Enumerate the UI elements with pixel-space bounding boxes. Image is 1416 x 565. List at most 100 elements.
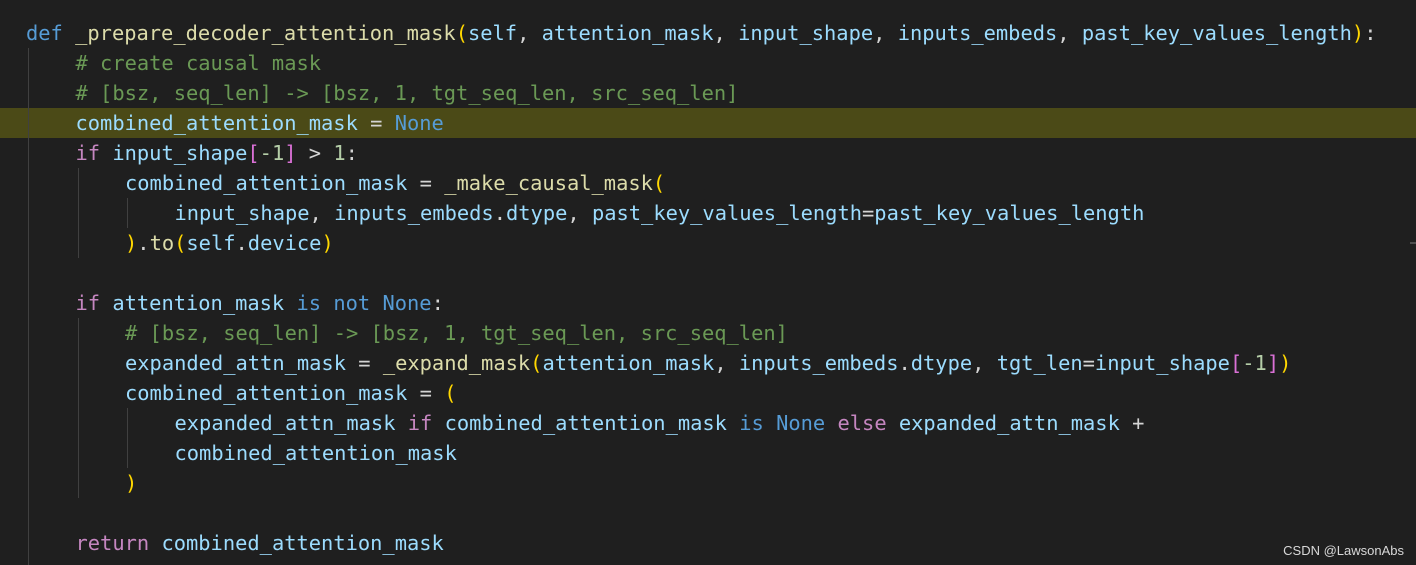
code-token: = xyxy=(345,351,383,375)
code-token: input_shape xyxy=(174,201,310,225)
code-token: combined_attention_mask xyxy=(125,381,408,405)
indent-guide xyxy=(127,408,128,468)
code-token: -1 xyxy=(1242,351,1267,375)
code-token: , xyxy=(1057,21,1082,45)
code-token: ( xyxy=(455,21,468,45)
code-line[interactable] xyxy=(0,258,1416,288)
code-token: input_shape xyxy=(738,21,874,45)
code-token: + xyxy=(1119,411,1145,435)
code-line[interactable]: expanded_attn_mask = _expand_mask(attent… xyxy=(0,348,1416,378)
code-token: ] xyxy=(284,141,297,165)
code-token: past_key_values_length xyxy=(1081,21,1352,45)
indent-guide xyxy=(28,48,29,565)
code-token: inputs_embeds xyxy=(738,351,899,375)
code-token: = xyxy=(357,111,395,135)
code-line-text: # [bsz, seq_len] -> [bsz, 1, tgt_seq_len… xyxy=(125,318,788,348)
code-token: _expand_mask xyxy=(382,351,531,375)
code-line[interactable]: combined_attention_mask xyxy=(0,438,1416,468)
code-token: , xyxy=(309,201,335,225)
code-line[interactable]: combined_attention_mask = ( xyxy=(0,378,1416,408)
code-token: , xyxy=(972,351,997,375)
code-token: -1 xyxy=(259,141,285,165)
code-line[interactable]: ).to(self.device) xyxy=(0,228,1416,258)
code-token: > xyxy=(296,141,334,165)
code-line-text: ) xyxy=(125,468,137,498)
code-token: _prepare_decoder_attention_mask xyxy=(75,21,456,45)
code-token: tgt_len xyxy=(996,351,1083,375)
code-line-text: # [bsz, seq_len] -> [bsz, 1, tgt_seq_len… xyxy=(76,78,739,108)
code-token: : xyxy=(431,291,444,315)
code-token: = xyxy=(407,381,445,405)
code-line-text: combined_attention_mask xyxy=(175,438,457,468)
code-token: combined_attention_mask xyxy=(125,171,408,195)
code-token: . xyxy=(493,201,506,225)
code-line[interactable]: ) xyxy=(0,468,1416,498)
code-token: past_key_values_length xyxy=(874,201,1145,225)
code-line-text: def _prepare_decoder_attention_mask(self… xyxy=(26,18,1376,48)
indent-guide xyxy=(77,168,79,258)
code-token: , xyxy=(713,21,739,45)
code-line-text: ).to(self.device) xyxy=(125,228,334,258)
code-editor[interactable]: def _prepare_decoder_attention_mask(self… xyxy=(0,0,1416,565)
code-line[interactable]: if attention_mask is not None: xyxy=(0,288,1416,318)
code-token: else xyxy=(837,411,887,435)
code-token: _make_causal_mask xyxy=(444,171,653,195)
code-token: expanded_attn_mask xyxy=(898,411,1120,435)
code-token: ) xyxy=(1351,21,1365,45)
code-token: 1 xyxy=(333,141,346,165)
code-line[interactable]: expanded_attn_mask if combined_attention… xyxy=(0,408,1416,438)
code-token: ) xyxy=(1279,351,1292,375)
code-line[interactable]: def _prepare_decoder_attention_mask(self… xyxy=(0,18,1416,48)
code-token: ) xyxy=(125,231,138,255)
code-line[interactable]: combined_attention_mask = _make_causal_m… xyxy=(0,168,1416,198)
code-token: device xyxy=(247,231,322,255)
code-token: if xyxy=(407,411,433,435)
code-token: ( xyxy=(652,171,666,195)
code-token: = xyxy=(1082,351,1095,375)
code-line[interactable]: input_shape, inputs_embeds.dtype, past_k… xyxy=(0,198,1416,228)
code-token: is xyxy=(739,411,764,435)
code-line[interactable]: # [bsz, seq_len] -> [bsz, 1, tgt_seq_len… xyxy=(0,318,1416,348)
code-line[interactable]: # create causal mask xyxy=(0,48,1416,78)
code-line-text: combined_attention_mask = _make_causal_m… xyxy=(125,168,665,198)
code-token: ) xyxy=(125,471,138,495)
code-token: : xyxy=(1364,21,1377,45)
code-token: None xyxy=(382,291,432,315)
code-token: . xyxy=(137,231,150,255)
code-token: ] xyxy=(1266,351,1280,375)
code-line[interactable]: return combined_attention_mask xyxy=(0,528,1416,558)
code-token: None xyxy=(776,411,826,435)
code-token: attention_mask xyxy=(112,291,285,315)
code-token: dtype xyxy=(910,351,973,375)
code-token: , xyxy=(873,21,898,45)
code-line-text: input_shape, inputs_embeds.dtype, past_k… xyxy=(175,198,1145,228)
code-line-text: expanded_attn_mask if combined_attention… xyxy=(175,408,1145,438)
code-line[interactable]: # [bsz, seq_len] -> [bsz, 1, tgt_seq_len… xyxy=(0,78,1416,108)
code-token: combined_attention_mask xyxy=(444,411,727,435)
code-token: expanded_attn_mask xyxy=(125,351,346,375)
code-line-text: combined_attention_mask = None xyxy=(76,108,444,138)
indent-guide xyxy=(127,198,128,228)
code-line[interactable]: if input_shape[-1] > 1: xyxy=(0,138,1416,168)
code-token: , xyxy=(517,21,542,45)
code-token: expanded_attn_mask xyxy=(174,411,396,435)
code-token: ) xyxy=(321,231,334,255)
code-line-text: if attention_mask is not None: xyxy=(76,288,444,318)
code-token: to xyxy=(149,231,175,255)
code-token: = xyxy=(407,171,445,195)
code-line[interactable]: combined_attention_mask = None xyxy=(0,108,1416,138)
code-token: def xyxy=(26,21,63,45)
code-token: attention_mask xyxy=(541,21,714,45)
code-line-text: expanded_attn_mask = _expand_mask(attent… xyxy=(125,348,1291,378)
code-token: = xyxy=(862,201,875,225)
code-token: not xyxy=(333,291,371,315)
code-line-text: return combined_attention_mask xyxy=(76,528,444,558)
code-line[interactable] xyxy=(0,498,1416,528)
